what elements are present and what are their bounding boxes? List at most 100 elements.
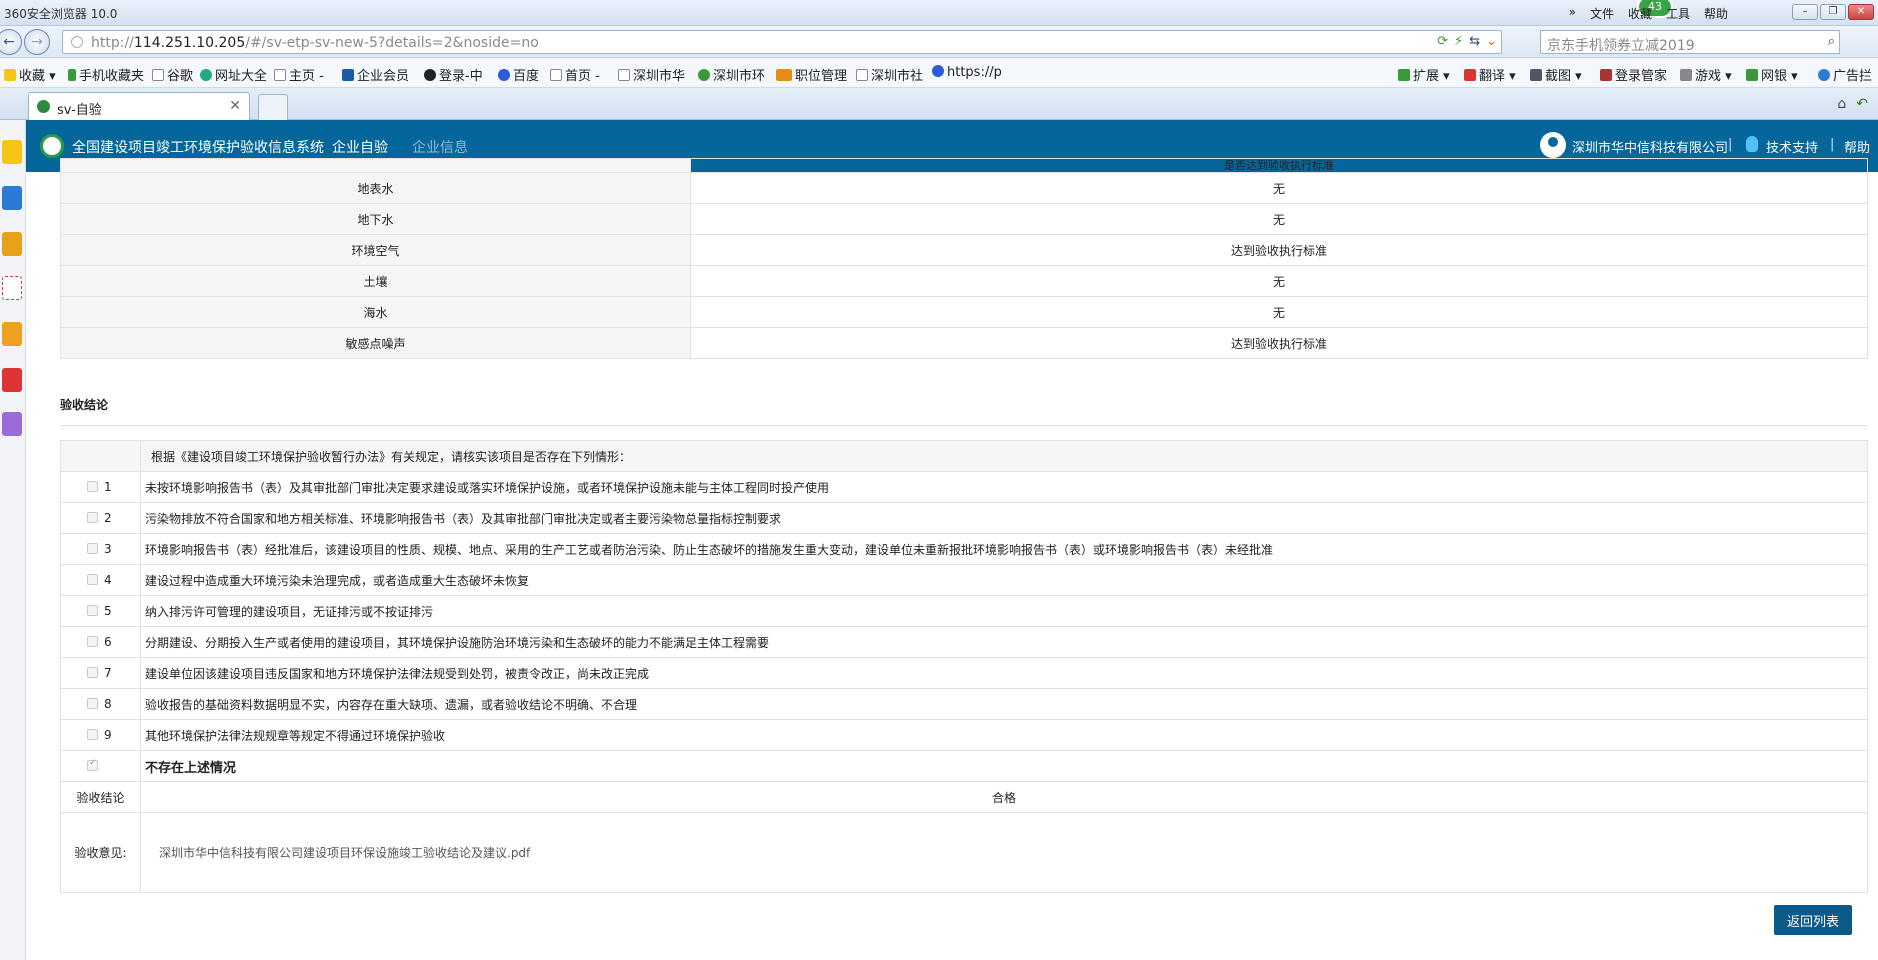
table-row: 5 纳入排污许可管理的建设项目，无证排污或不按证排污 bbox=[60, 595, 1868, 627]
table-row: 验收结论 合格 bbox=[60, 781, 1868, 813]
toolbar-games[interactable]: 游戏 ▾ bbox=[1680, 65, 1732, 84]
refresh-icon[interactable]: ⟳ bbox=[1437, 34, 1448, 49]
company-name[interactable]: 深圳市华中信科技有限公司 bbox=[1572, 137, 1728, 156]
item-checkbox[interactable] bbox=[87, 605, 98, 616]
search-icon[interactable]: ⌕ bbox=[1828, 34, 1835, 49]
item-checkbox[interactable] bbox=[87, 698, 98, 709]
new-tab-button[interactable] bbox=[258, 94, 288, 120]
opinion-file-link[interactable]: 深圳市华中信科技有限公司建设项目环保设施竣工验收结论及建议.pdf bbox=[140, 812, 1868, 893]
menu-file[interactable]: 文件 bbox=[1590, 5, 1614, 22]
switch-mode-icon[interactable]: ⇆ bbox=[1469, 34, 1480, 49]
item-number-cell: 1 bbox=[60, 471, 141, 503]
close-tab-icon[interactable]: ✕ bbox=[229, 98, 241, 114]
item-checkbox[interactable] bbox=[87, 636, 98, 647]
bookmark-mobile[interactable]: 手机收藏夹 bbox=[68, 65, 144, 84]
env-value: 是否达到验收执行标准 bbox=[690, 158, 1868, 173]
item-text: 建设过程中造成重大环境污染未治理完成，或者造成重大生态破坏未恢复 bbox=[140, 564, 1868, 596]
divider bbox=[60, 425, 1868, 426]
toolbar-screenshot[interactable]: 截图 ▾ bbox=[1530, 65, 1582, 84]
toolbar-adblock[interactable]: 广告拦 bbox=[1818, 65, 1872, 84]
tab-sv-self-check[interactable]: sv-自验 ✕ bbox=[28, 92, 250, 120]
item-checkbox[interactable] bbox=[87, 481, 98, 492]
item-text: 建设单位因该建设项目违反国家和地方环境保护法律法规受到处罚，被责令改正，尚未改正… bbox=[140, 657, 1868, 689]
bookmark-https[interactable]: https://p bbox=[932, 65, 1002, 80]
table-row: 1 未按环境影响报告书（表）及其审批部门审批决定要求建设或落实环境保护设施，或者环… bbox=[60, 471, 1868, 503]
table-row: 地下水无 bbox=[60, 203, 1868, 235]
tab-bar: sv-自验 ✕ ⌂ ↶ bbox=[0, 88, 1878, 120]
bookmark-baidu[interactable]: 百度 bbox=[498, 65, 539, 84]
dropdown-icon[interactable]: ⌄ bbox=[1486, 34, 1497, 49]
item-text: 验收报告的基础资料数据明显不实，内容存在重大缺项、遗漏，或者验收结论不明确、不合… bbox=[140, 688, 1868, 720]
env-value: 无 bbox=[690, 172, 1868, 204]
toolbar-login-manager[interactable]: 登录管家 bbox=[1600, 65, 1667, 84]
env-value: 无 bbox=[690, 296, 1868, 328]
item-checkbox[interactable] bbox=[87, 543, 98, 554]
none-checkbox-cell bbox=[60, 750, 141, 782]
game-icon[interactable] bbox=[2, 368, 22, 392]
header-separator: | bbox=[1728, 137, 1733, 152]
bookmark-home[interactable]: 主页 - bbox=[274, 65, 324, 84]
site-info-icon[interactable] bbox=[71, 36, 83, 48]
bookmark-google[interactable]: 谷歌 bbox=[152, 65, 193, 84]
reader-list-icon[interactable] bbox=[2, 186, 22, 210]
tech-support-link[interactable]: 技术支持 bbox=[1766, 137, 1818, 156]
bookmark-szenv[interactable]: 深圳市环 bbox=[698, 65, 765, 84]
env-item: 地下水 bbox=[60, 203, 691, 235]
scissors-icon bbox=[1530, 69, 1542, 81]
undo-close-icon[interactable]: ↶ bbox=[1856, 96, 1868, 112]
item-checkbox[interactable] bbox=[87, 667, 98, 678]
close-window-icon[interactable]: ✕ bbox=[1848, 4, 1874, 20]
weibo-icon[interactable] bbox=[2, 232, 22, 256]
bookmark-szhua[interactable]: 深圳市华 bbox=[618, 65, 685, 84]
forward-arrow-icon[interactable]: → bbox=[24, 29, 50, 55]
site-icon bbox=[698, 69, 710, 81]
toolbar-extensions[interactable]: 扩展 ▾ bbox=[1398, 65, 1450, 84]
item-checkbox[interactable] bbox=[87, 512, 98, 523]
table-row: 7 建设单位因该建设项目违反国家和地方环境保护法律法规受到处罚，被责令改正，尚未改… bbox=[60, 657, 1868, 689]
bookmark-member[interactable]: 企业会员 bbox=[342, 65, 409, 84]
home-icon[interactable]: ⌂ bbox=[1837, 96, 1846, 112]
bookmark-hao[interactable]: 网址大全 bbox=[200, 65, 267, 84]
extensions-icon bbox=[1398, 69, 1410, 81]
bookmark-first[interactable]: 首页 - bbox=[550, 65, 600, 84]
table-row: 6 分期建设、分期投入生产或者使用的建设项目，其环境保护设施防治环境污染和生态破坏… bbox=[60, 626, 1868, 658]
user-avatar-icon[interactable] bbox=[1540, 132, 1566, 158]
search-input[interactable]: 京东手机领券立减2019 ⌕ bbox=[1540, 30, 1840, 54]
item-checkbox[interactable] bbox=[87, 729, 98, 740]
toolbar-ebank[interactable]: 网银 ▾ bbox=[1746, 65, 1798, 84]
url-text: http://114.251.10.205/#/sv-etp-sv-new-5?… bbox=[91, 35, 539, 51]
notes-icon[interactable] bbox=[2, 322, 22, 346]
none-checkbox[interactable] bbox=[87, 758, 98, 771]
comic-icon[interactable] bbox=[2, 412, 22, 436]
url-input[interactable]: http://114.251.10.205/#/sv-etp-sv-new-5?… bbox=[62, 30, 1502, 54]
menu-favorites[interactable]: 收藏 bbox=[1628, 5, 1652, 22]
bookmark-favorites[interactable]: 收藏 ▾ bbox=[4, 65, 56, 84]
back-to-list-button[interactable]: 返回列表 bbox=[1774, 905, 1852, 935]
back-arrow-icon[interactable]: ← bbox=[0, 29, 22, 55]
site-icon bbox=[776, 69, 792, 81]
env-item: 土壤 bbox=[60, 265, 691, 297]
favorites-star-icon[interactable] bbox=[2, 140, 22, 164]
menu-more[interactable]: » bbox=[1569, 5, 1576, 22]
result-label: 验收结论 bbox=[60, 781, 141, 813]
bookmark-szsocial[interactable]: 深圳市社 bbox=[856, 65, 923, 84]
speed-mode-icon[interactable]: ⚡ bbox=[1454, 34, 1463, 49]
maximize-icon[interactable]: ❐ bbox=[1820, 4, 1846, 20]
mail-at-icon[interactable] bbox=[2, 276, 22, 300]
minimize-icon[interactable]: – bbox=[1792, 4, 1818, 20]
env-item: 地表水 bbox=[60, 172, 691, 204]
toolbar-translate[interactable]: 翻译 ▾ bbox=[1464, 65, 1516, 84]
nav-enterprise-info[interactable]: 企业信息 bbox=[412, 137, 468, 157]
item-checkbox[interactable] bbox=[87, 574, 98, 585]
item-text: 环境影响报告书（表）经批准后，该建设项目的性质、规模、地点、采用的生产工艺或者防… bbox=[140, 533, 1868, 565]
menu-tools[interactable]: 工具 bbox=[1666, 5, 1690, 22]
table-row: 敏感点噪声 达到验收执行标准 bbox=[60, 327, 1868, 359]
menu-help[interactable]: 帮助 bbox=[1704, 5, 1728, 22]
help-link[interactable]: 帮助 bbox=[1844, 137, 1870, 156]
header-cell bbox=[60, 440, 141, 472]
result-value: 合格 bbox=[140, 781, 1868, 813]
bookmark-jobs[interactable]: 职位管理 bbox=[776, 65, 847, 84]
bookmark-login[interactable]: 登录-中 bbox=[424, 65, 483, 84]
nav-self-check[interactable]: 企业自验 bbox=[332, 137, 388, 157]
table-row: 3 环境影响报告书（表）经批准后，该建设项目的性质、规模、地点、采用的生产工艺或者… bbox=[60, 533, 1868, 565]
